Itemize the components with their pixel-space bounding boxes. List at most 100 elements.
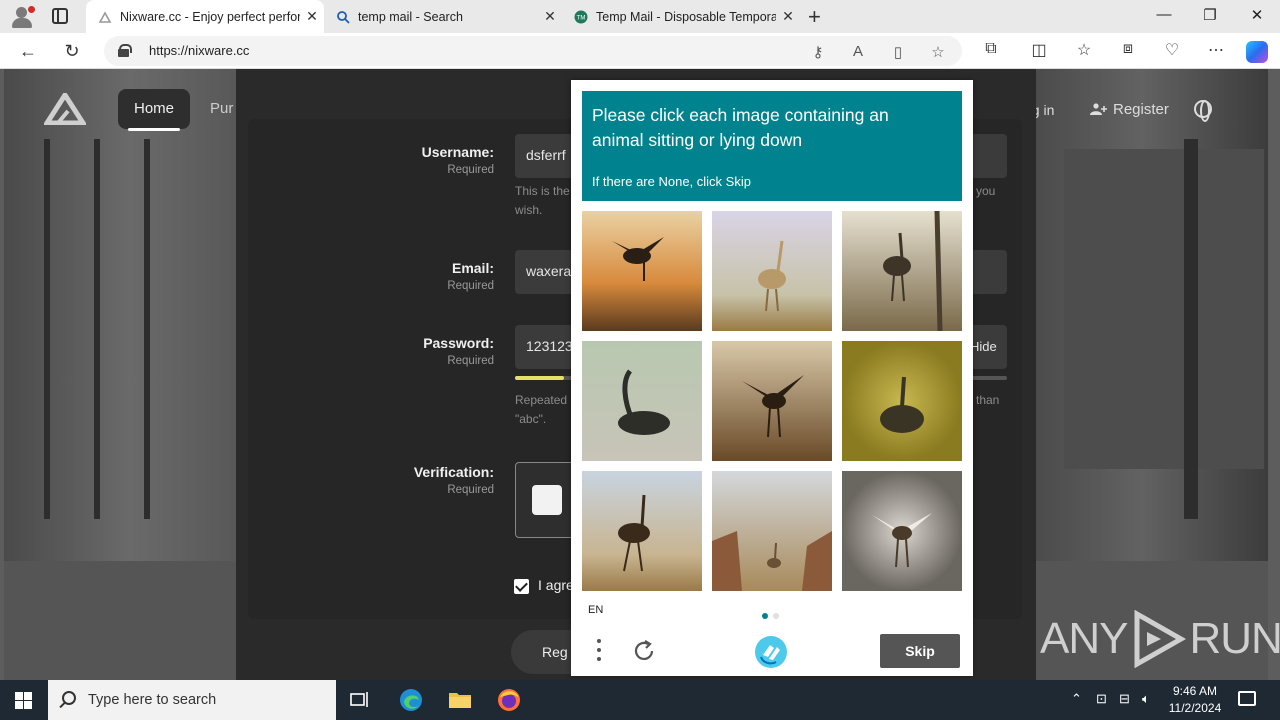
nav-purchase[interactable]: Pur (210, 100, 233, 117)
maximize-button[interactable]: ❐ (1187, 6, 1233, 24)
password-help-wrap: "abc". (515, 412, 547, 426)
minimize-button[interactable]: — (1141, 6, 1187, 23)
tab-actions-icon[interactable] (52, 8, 68, 24)
anyrun-watermark: ANY RUN (1040, 610, 1280, 668)
browser-essentials-icon[interactable]: ♡ (1159, 40, 1185, 60)
network-icon[interactable]: ⊟ (1119, 691, 1130, 707)
nav-register[interactable]: Register (1089, 101, 1169, 118)
anyrun-play-logo (1134, 610, 1187, 668)
file-explorer-icon[interactable] (447, 687, 473, 713)
password-help-left: Repeated (515, 393, 568, 407)
immersive-reader-icon[interactable]: ▯ (887, 43, 909, 61)
password-help-right: than (976, 393, 1000, 407)
captcha-image-4[interactable] (582, 341, 702, 461)
captcha-image-7[interactable] (582, 471, 702, 591)
more-menu-icon[interactable]: ⋯ (1203, 40, 1229, 60)
password-required: Required (447, 355, 494, 367)
tray-device-icon[interactable]: ⊡ (1096, 691, 1107, 707)
captcha-image-2[interactable] (712, 211, 832, 331)
clock-time: 9:46 AM (1172, 684, 1218, 698)
temp-mail-favicon-icon: TM (574, 10, 588, 23)
verification-label: Verification: (413, 464, 494, 480)
captcha-image-3[interactable] (842, 211, 962, 331)
captcha-prompt-text: Please click each image containing an an… (592, 105, 889, 150)
tab-title: temp mail - Search (358, 9, 463, 24)
new-tab-button[interactable]: + (808, 4, 821, 30)
bing-search-icon (337, 10, 350, 24)
address-bar[interactable]: https://nixware.cc ⚷ A ▯ ☆ (104, 36, 962, 66)
search-icon (62, 691, 76, 705)
agree-label[interactable]: I agre (538, 577, 574, 593)
windows-start-icon[interactable] (15, 692, 32, 709)
page-dot-2 (773, 613, 779, 619)
captcha-image-9[interactable] (842, 471, 962, 591)
hcaptcha-checkbox[interactable] (532, 485, 562, 515)
tab-close-icon[interactable]: ✕ (300, 8, 324, 25)
favorites-icon[interactable]: ☆ (1071, 40, 1097, 60)
tab-title: Temp Mail - Disposable Tempora (596, 9, 776, 24)
captcha-image-6[interactable] (842, 341, 962, 461)
split-screen-icon[interactable]: ◫ (1026, 40, 1052, 60)
tab-temp-mail-search[interactable]: temp mail - Search ✕ (324, 0, 562, 33)
url-text[interactable]: https://nixware.cc (149, 43, 249, 58)
captcha-menu-icon[interactable] (593, 639, 605, 665)
back-arrow-icon[interactable]: ← (15, 38, 41, 64)
tab-strip: Nixware.cc - Enjoy perfect perfor ✕ temp… (0, 0, 1280, 33)
username-required: Required (447, 164, 494, 176)
tab-nixware[interactable]: Nixware.cc - Enjoy perfect perfor ✕ (86, 0, 324, 33)
reload-icon[interactable]: ↻ (59, 38, 85, 64)
captcha-page-dots (762, 606, 784, 624)
close-window-button[interactable]: ✕ (1234, 6, 1280, 24)
edge-browser-icon[interactable] (398, 687, 424, 713)
tab-close-icon[interactable]: ✕ (538, 8, 562, 25)
verification-required: Required (447, 484, 494, 496)
captcha-skip-button[interactable]: Skip (880, 634, 960, 668)
nixware-favicon-icon (98, 10, 112, 23)
nav-home[interactable]: Home (118, 89, 190, 131)
captcha-challenge-dialog: Please click each image containing an an… (571, 80, 973, 676)
tab-temp-mail[interactable]: TM Temp Mail - Disposable Tempora ✕ (562, 0, 800, 33)
username-label: Username: (421, 144, 494, 160)
taskbar-clock[interactable]: 9:46 AM 11/2/2024 (1162, 683, 1228, 717)
captcha-refresh-icon[interactable] (632, 639, 656, 663)
tray-overflow-icon[interactable]: ⌃ (1071, 691, 1082, 707)
profile-avatar-icon[interactable] (10, 6, 35, 28)
page-dot-1 (762, 613, 768, 619)
site-logo-icon[interactable] (44, 93, 86, 125)
tab-title: Nixware.cc - Enjoy perfect perfor (120, 9, 300, 24)
username-help-right: you (976, 184, 996, 198)
firefox-icon[interactable] (496, 687, 522, 713)
watermark-right: RUN (1189, 614, 1280, 663)
svg-text:TM: TM (577, 15, 586, 21)
key-icon[interactable]: ⚷ (807, 43, 829, 61)
extensions-icon[interactable]: ⧉ (978, 40, 1004, 58)
copilot-icon[interactable] (1246, 41, 1268, 63)
captcha-image-8[interactable] (712, 471, 832, 591)
language-globe-icon[interactable] (1194, 100, 1212, 122)
volume-icon[interactable]: 🔈︎ (1142, 691, 1150, 707)
captcha-language[interactable]: EN (588, 604, 603, 616)
read-aloud-icon[interactable]: A (847, 43, 869, 60)
notification-center-icon[interactable] (1238, 691, 1256, 706)
email-required: Required (447, 280, 494, 292)
password-label: Password: (423, 335, 494, 351)
taskbar-search-box[interactable]: Type here to search (48, 680, 336, 720)
tab-close-icon[interactable]: ✕ (776, 8, 800, 25)
collections-icon[interactable]: ⧈ (1115, 40, 1141, 58)
favorite-star-icon[interactable]: ☆ (927, 43, 949, 61)
password-hide-button[interactable]: Hide (970, 339, 997, 354)
nav-register-label: Register (1113, 101, 1169, 118)
username-help-left: This is the (515, 184, 570, 198)
captcha-image-5[interactable] (712, 341, 832, 461)
windows-taskbar: Type here to search ⌃ ⊡ ⊟ 🔈︎ 9:46 AM 11/… (0, 680, 1280, 720)
address-toolbar: ← ↻ https://nixware.cc ⚷ A ▯ ☆ ⧉ ◫ ☆ ⧈ ♡… (0, 33, 1280, 69)
captcha-prompt: Please click each image containing an an… (582, 91, 962, 201)
hcaptcha-logo-icon (755, 636, 787, 668)
captcha-image-1[interactable] (582, 211, 702, 331)
task-view-icon[interactable] (347, 687, 373, 713)
clock-date: 11/2/2024 (1168, 701, 1222, 715)
user-add-icon (1090, 103, 1107, 115)
agree-checkbox[interactable] (514, 579, 529, 594)
captcha-prompt-subtext: If there are None, click Skip (592, 174, 751, 189)
lock-icon[interactable] (118, 44, 132, 57)
